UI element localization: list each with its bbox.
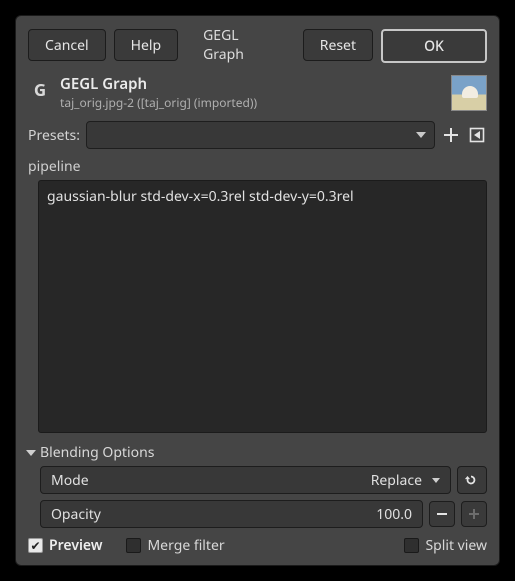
mode-value: Replace bbox=[371, 471, 422, 490]
blending-options-label: Blending Options bbox=[40, 443, 154, 462]
opacity-label: Opacity bbox=[51, 505, 376, 524]
merge-filter-label: Merge filter bbox=[147, 536, 224, 555]
opacity-field[interactable]: Opacity 100.0 bbox=[40, 500, 423, 528]
gegl-logo-icon: G bbox=[28, 77, 52, 101]
preview-label: Preview bbox=[49, 536, 102, 555]
chevron-down-icon bbox=[416, 132, 426, 138]
presets-combobox[interactable] bbox=[86, 121, 435, 149]
expander-triangle-icon bbox=[26, 450, 36, 456]
presets-label: Presets: bbox=[28, 126, 80, 145]
page-subtitle: taj_orig.jpg-2 ([taj_orig] (imported)) bbox=[60, 95, 443, 110]
mode-reset-button[interactable] bbox=[457, 466, 487, 494]
split-view-checkbox[interactable] bbox=[404, 538, 419, 553]
opacity-increment-button[interactable] bbox=[461, 501, 487, 527]
reset-icon bbox=[464, 473, 478, 487]
chevron-down-icon bbox=[432, 478, 440, 483]
preset-add-button[interactable] bbox=[441, 125, 461, 145]
blending-options-expander[interactable]: Blending Options bbox=[28, 443, 487, 462]
image-thumbnail bbox=[451, 75, 487, 111]
pipeline-textarea[interactable] bbox=[38, 180, 487, 433]
opacity-value: 100.0 bbox=[376, 505, 412, 524]
mode-label: Mode bbox=[51, 471, 371, 490]
preview-checkbox[interactable]: ✔ bbox=[28, 538, 43, 553]
dialog-title: GEGL Graph bbox=[186, 29, 295, 61]
reset-button[interactable]: Reset bbox=[303, 29, 373, 61]
plus-icon bbox=[468, 508, 480, 520]
pipeline-label: pipeline bbox=[28, 157, 487, 176]
help-button[interactable]: Help bbox=[114, 29, 179, 61]
opacity-decrement-button[interactable] bbox=[429, 501, 455, 527]
page-title: GEGL Graph bbox=[60, 75, 443, 94]
check-icon: ✔ bbox=[30, 540, 40, 552]
preset-manage-button[interactable] bbox=[467, 125, 487, 145]
minus-icon bbox=[436, 508, 448, 520]
merge-filter-checkbox[interactable] bbox=[126, 538, 141, 553]
ok-button[interactable]: OK bbox=[381, 29, 487, 63]
mode-dropdown[interactable]: Mode Replace bbox=[40, 466, 451, 494]
split-view-label: Split view bbox=[425, 536, 487, 555]
cancel-button[interactable]: Cancel bbox=[28, 29, 106, 61]
